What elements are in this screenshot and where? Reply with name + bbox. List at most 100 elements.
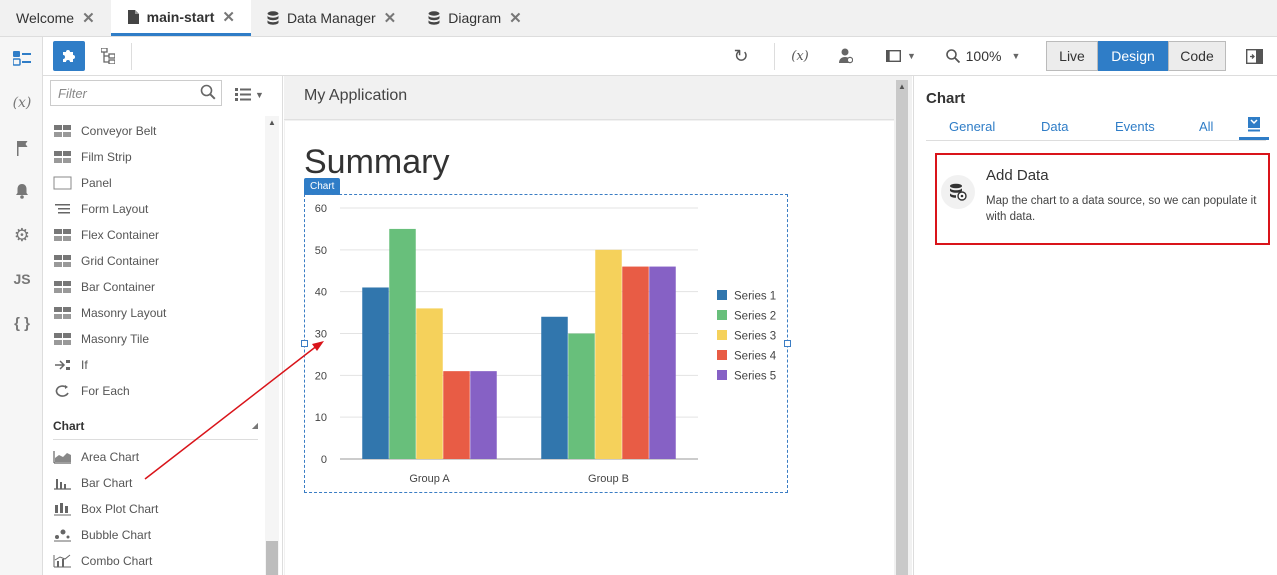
list-icon — [235, 88, 251, 101]
resize-handle-right[interactable] — [784, 340, 791, 347]
palette-item-panel[interactable]: Panel — [53, 171, 112, 195]
structure-view-button[interactable] — [93, 41, 123, 71]
chevron-down-icon: ▼ — [1011, 51, 1021, 61]
bar-series-2-group-a — [389, 228, 416, 459]
live-mode-button[interactable]: Live — [1046, 41, 1098, 71]
palette-item-area-chart[interactable]: Area Chart — [53, 445, 139, 469]
tab-welcome[interactable]: Welcome ✕ — [0, 0, 111, 36]
components-icon[interactable] — [11, 47, 33, 69]
toolbar-divider — [774, 43, 775, 70]
legend-label: Series 4 — [734, 351, 777, 363]
filter-input[interactable]: Filter — [50, 80, 222, 106]
designer-toolbar: ↻ (𝑥) ▼ 100% ▼ Live Design Code — [43, 37, 1277, 76]
tab-main-start[interactable]: main-start ✕ — [110, 0, 251, 36]
paint-icon — [1248, 117, 1260, 132]
palette-item-form-layout[interactable]: Form Layout — [53, 197, 148, 221]
hierarchy-icon — [101, 48, 115, 64]
tab-data[interactable]: Data — [1041, 119, 1068, 134]
variables-icon[interactable]: (𝑥) — [11, 92, 33, 114]
bar-series-1-group-b — [541, 316, 568, 459]
close-icon[interactable]: ✕ — [384, 9, 397, 27]
tab-label: Welcome — [16, 10, 75, 26]
legend-label: Series 5 — [734, 371, 776, 383]
canvas-scrollbar[interactable]: ▲ — [896, 80, 908, 575]
search-icon[interactable] — [200, 84, 216, 103]
database-icon — [267, 11, 279, 25]
scroll-up-icon[interactable]: ▲ — [268, 118, 276, 127]
gear-icon[interactable]: ⚙ — [11, 224, 33, 246]
file-icon — [127, 9, 139, 24]
close-icon[interactable]: ✕ — [509, 9, 522, 27]
tab-label: Diagram — [448, 10, 502, 26]
add-data-title: Add Data — [986, 167, 1049, 184]
scrollbar-thumb[interactable] — [266, 541, 278, 575]
palette-item-label: If — [81, 358, 88, 372]
palette-item-for-each[interactable]: For Each — [53, 379, 130, 403]
palette-item-bar-chart[interactable]: Bar Chart — [53, 471, 132, 495]
legend-swatch — [717, 370, 727, 380]
palette-item-grid-container[interactable]: Grid Container — [53, 249, 159, 273]
component-palette: Filter ▼ Conveyor Belt Film Strip Panel For… — [43, 76, 283, 575]
palette-item-bubble-chart[interactable]: Bubble Chart — [53, 523, 151, 547]
palette-item-masonry-tile[interactable]: Masonry Tile — [53, 327, 149, 351]
grid-icon — [53, 332, 72, 346]
resize-handle-left[interactable] — [301, 340, 308, 347]
tab-all[interactable]: All — [1199, 119, 1213, 134]
palette-item-combo-chart[interactable]: Combo Chart — [53, 549, 152, 573]
add-data-card[interactable]: Add Data Map the chart to a data source,… — [935, 153, 1270, 245]
tab-style[interactable] — [1239, 114, 1269, 140]
page-heading[interactable]: Summary — [304, 143, 449, 182]
zoom-dropdown[interactable]: 100% ▼ — [943, 41, 1023, 71]
properties-panel: Chart General Data Events All Add Data M… — [913, 76, 1277, 575]
chart-bar-icon — [53, 476, 72, 490]
tab-diagram[interactable]: Diagram ✕ — [412, 0, 537, 36]
app-title: My Application — [304, 87, 408, 104]
legend-swatch — [717, 350, 727, 360]
palette-item-box-plot-chart[interactable]: Box Plot Chart — [53, 497, 158, 521]
properties-title: Chart — [926, 90, 966, 107]
palette-item-flex-container[interactable]: Flex Container — [53, 223, 159, 247]
palette-item-if[interactable]: If — [53, 353, 88, 377]
loop-icon — [53, 384, 72, 398]
y-tick-label: 20 — [315, 370, 327, 382]
tab-events[interactable]: Events — [1115, 119, 1155, 134]
code-mode-button[interactable]: Code — [1168, 41, 1226, 71]
list-view-dropdown[interactable]: ▼ — [235, 88, 264, 101]
tab-divider — [926, 140, 1266, 141]
json-braces-icon[interactable]: { } — [11, 312, 33, 334]
palette-item-film-strip[interactable]: Film Strip — [53, 145, 132, 169]
palette-item-bar-container[interactable]: Bar Container — [53, 275, 155, 299]
palette-item-label: Form Layout — [81, 202, 149, 216]
database-icon — [428, 11, 440, 25]
close-icon[interactable]: ✕ — [222, 8, 235, 26]
tab-general[interactable]: General — [949, 119, 995, 134]
bar-series-1-group-a — [362, 287, 389, 459]
design-mode-button[interactable]: Design — [1098, 41, 1168, 71]
puzzle-icon — [63, 50, 75, 62]
bar-series-2-group-b — [568, 333, 595, 459]
component-palette-button[interactable] — [53, 41, 85, 71]
refresh-icon[interactable]: ↻ — [729, 41, 753, 71]
palette-scrollbar[interactable]: ▲ — [265, 116, 279, 575]
user-role-icon[interactable] — [834, 41, 858, 71]
scroll-up-icon[interactable]: ▲ — [898, 82, 906, 91]
palette-item-label: For Each — [81, 384, 130, 398]
palette-item-masonry-layout[interactable]: Masonry Layout — [53, 301, 166, 325]
device-size-dropdown[interactable]: ▼ — [881, 41, 921, 71]
left-icon-bar: (𝑥) ⚙ JS { } — [0, 37, 43, 575]
variable-binding-icon[interactable]: (𝑥) — [788, 41, 812, 71]
bar-series-3-group-a — [416, 308, 443, 459]
palette-item-label: Conveyor Belt — [81, 124, 157, 138]
javascript-icon[interactable]: JS — [11, 268, 33, 290]
toggle-properties-icon[interactable] — [1241, 41, 1267, 71]
bar-series-3-group-b — [595, 249, 622, 459]
close-icon[interactable]: ✕ — [82, 9, 95, 27]
chart-section-label: Chart — [53, 419, 85, 433]
palette-item-conveyor-belt[interactable]: Conveyor Belt — [53, 119, 156, 143]
bell-icon[interactable] — [11, 180, 33, 202]
flag-icon[interactable] — [11, 137, 33, 159]
chart-section-header[interactable]: Chart ◢ — [53, 419, 258, 435]
tab-data-manager[interactable]: Data Manager ✕ — [251, 0, 412, 36]
chart-component[interactable]: 0 10 20 30 40 50 60 Group A Group B Series 1 Serie… — [301, 194, 791, 493]
palette-item-label: Combo Chart — [81, 554, 153, 568]
